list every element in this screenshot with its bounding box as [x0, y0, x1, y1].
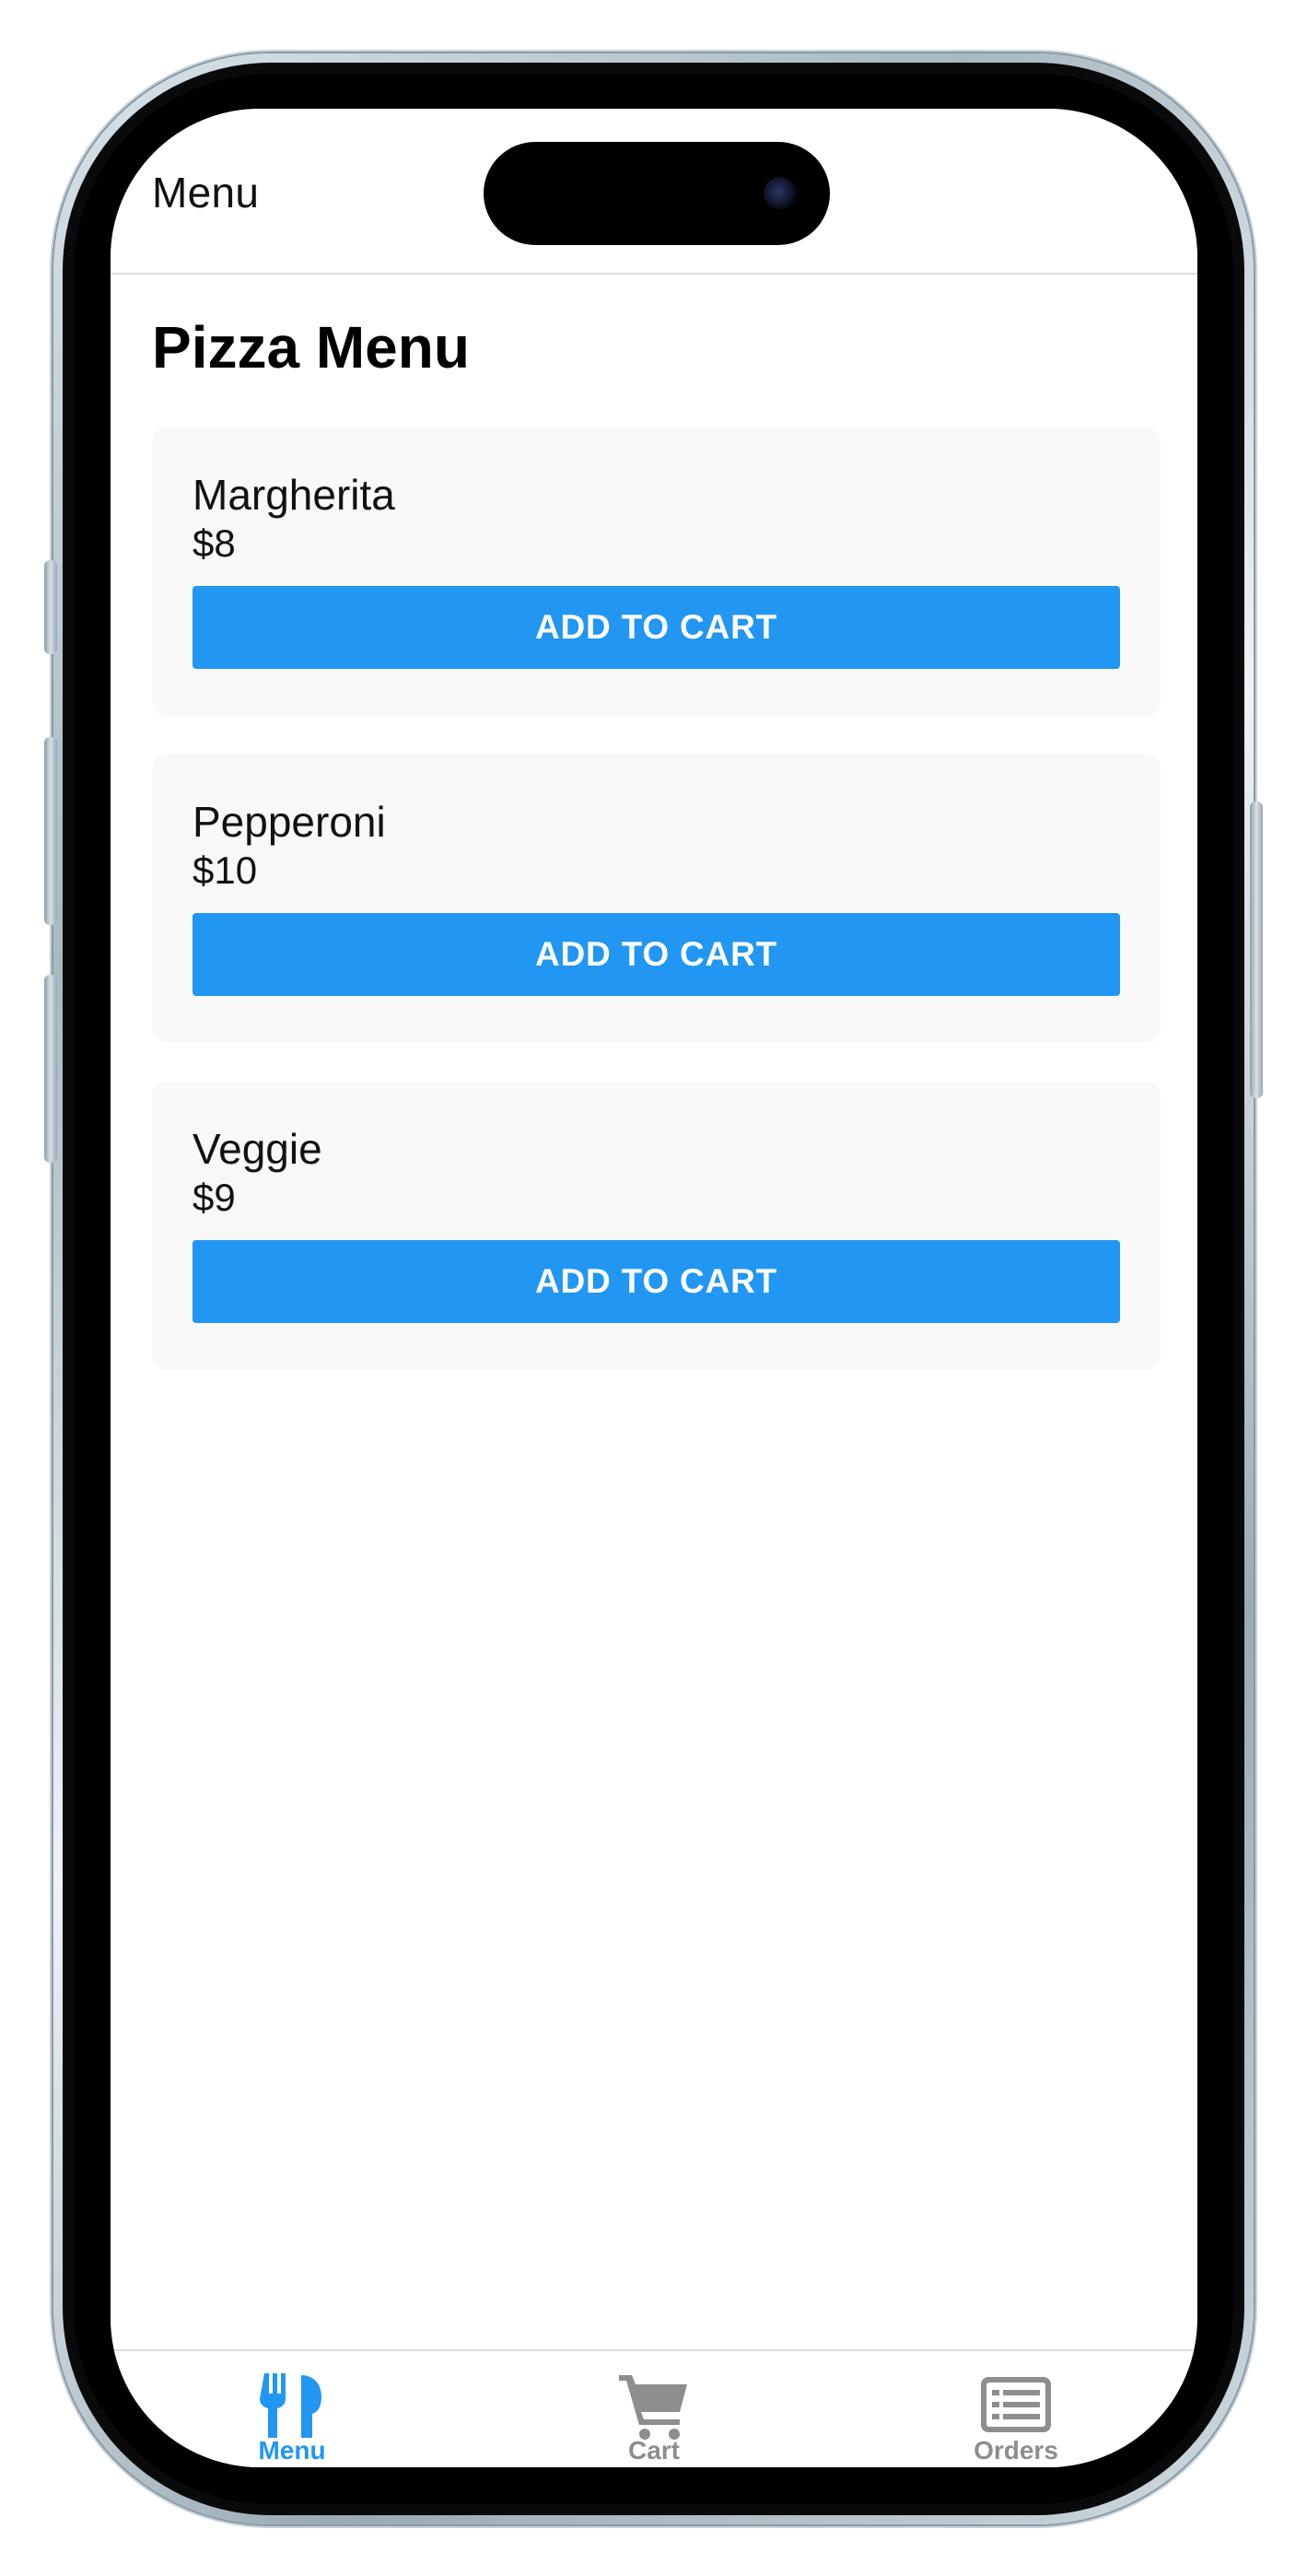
- menu-item-veggie: Veggie $9 ADD TO CART: [152, 1082, 1161, 1370]
- volume-down-button: [44, 975, 57, 1163]
- add-to-cart-button[interactable]: ADD TO CART: [193, 1240, 1120, 1323]
- menu-item-margherita: Margherita $8 ADD TO CART: [152, 427, 1161, 716]
- tab-cart[interactable]: Cart: [473, 2351, 834, 2467]
- item-price: $10: [193, 849, 258, 892]
- power-button: [1250, 802, 1263, 1098]
- tab-label: Cart: [627, 2436, 680, 2465]
- item-name: Veggie: [193, 1125, 322, 1173]
- header-title: Menu: [152, 169, 260, 217]
- menu-list: Margherita $8 ADD TO CART Pepperoni $10 …: [152, 427, 1161, 1409]
- add-to-cart-button[interactable]: ADD TO CART: [193, 913, 1120, 996]
- menu-item-pepperoni: Pepperoni $10 ADD TO CART: [152, 755, 1161, 1043]
- item-price: $9: [193, 1176, 236, 1219]
- add-to-cart-button[interactable]: ADD TO CART: [193, 586, 1120, 669]
- page-title: Pizza Menu: [152, 314, 470, 381]
- item-name: Pepperoni: [193, 798, 386, 846]
- cart-icon: [619, 2375, 687, 2440]
- fork-knife-icon: [260, 2373, 321, 2438]
- tab-label: Orders: [974, 2436, 1058, 2465]
- screen: Menu Pizza Menu Margherita $8 ADD TO CAR…: [111, 109, 1197, 2467]
- camera-icon: [764, 177, 797, 210]
- tab-bar: Menu Cart Orders: [111, 2349, 1197, 2467]
- volume-up-button: [44, 737, 57, 925]
- item-name: Margherita: [193, 471, 395, 519]
- dynamic-island: [484, 142, 830, 245]
- tab-orders[interactable]: Orders: [834, 2351, 1197, 2467]
- tab-menu[interactable]: Menu: [111, 2351, 473, 2467]
- list-icon: [981, 2377, 1051, 2432]
- item-price: $8: [193, 521, 236, 565]
- tab-label: Menu: [258, 2436, 326, 2465]
- action-button: [44, 560, 57, 654]
